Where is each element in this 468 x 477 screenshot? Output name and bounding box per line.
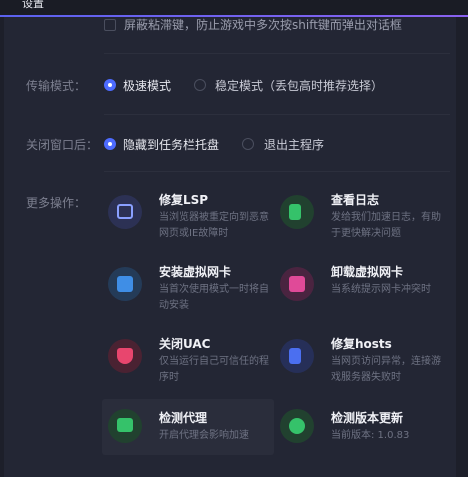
update-check-icon bbox=[280, 409, 314, 443]
op-desc: 仅当运行自己可信任的程序时 bbox=[159, 356, 269, 383]
op-desc: 当首次使用模式一时将自动安装 bbox=[159, 284, 269, 311]
uninstall-nic-icon bbox=[280, 267, 314, 301]
op-check-proxy[interactable]: 检测代理 开启代理会影响加速 bbox=[102, 399, 274, 455]
hosts-repair-icon bbox=[280, 339, 314, 373]
op-check-update[interactable]: 检测版本更新 当前版本: 1.0.83 bbox=[274, 399, 446, 455]
op-desc: 当前版本: 1.0.83 bbox=[331, 430, 410, 441]
op-desc: 发给我们加速日志，有助于更快解决问题 bbox=[331, 212, 441, 239]
op-title: 检测版本更新 bbox=[331, 411, 404, 425]
exit-program-label[interactable]: 退出主程序 bbox=[264, 136, 324, 153]
divider bbox=[104, 114, 450, 115]
log-icon bbox=[280, 195, 314, 229]
op-title: 修复hosts bbox=[331, 337, 392, 351]
radio-fast-mode[interactable] bbox=[104, 79, 116, 91]
op-install-nic[interactable]: 安装虚拟网卡 当首次使用模式一时将自动安装 bbox=[102, 263, 274, 319]
op-title: 修复LSP bbox=[159, 193, 209, 207]
op-title: 查看日志 bbox=[331, 193, 380, 207]
proxy-check-icon bbox=[108, 409, 142, 443]
op-title: 安装虚拟网卡 bbox=[159, 265, 232, 279]
radio-hide-to-tray[interactable] bbox=[104, 138, 116, 150]
browser-repair-icon bbox=[108, 195, 142, 229]
op-view-log[interactable]: 查看日志 发给我们加速日志，有助于更快解决问题 bbox=[274, 191, 446, 247]
more-ops-label: 更多操作： bbox=[26, 196, 87, 210]
divider bbox=[104, 171, 450, 172]
uac-shield-icon bbox=[108, 339, 142, 373]
title-bar: 设置 bbox=[0, 0, 468, 17]
op-uninstall-nic[interactable]: 卸载虚拟网卡 当系统提示网卡冲突时 bbox=[274, 263, 446, 319]
window-title: 设置 bbox=[22, 0, 44, 10]
op-desc: 当网页访问异常，连接游戏服务器失败时 bbox=[331, 356, 441, 383]
fast-mode-label[interactable]: 极速模式 bbox=[123, 77, 171, 94]
divider bbox=[104, 53, 450, 54]
shift-checkbox[interactable] bbox=[104, 19, 116, 31]
op-title: 关闭UAC bbox=[159, 337, 211, 351]
radio-exit-program[interactable] bbox=[242, 138, 254, 150]
close-window-label: 关闭窗口后： bbox=[26, 138, 99, 152]
settings-panel: 屏蔽粘滞键，防止游戏中多次按shift键而弹出对话框 传输模式： 极速模式 稳定… bbox=[4, 17, 456, 477]
op-disable-uac[interactable]: 关闭UAC 仅当运行自己可信任的程序时 bbox=[102, 335, 274, 391]
op-desc: 当系统提示网卡冲突时 bbox=[331, 284, 431, 295]
radio-stable-mode[interactable] bbox=[194, 79, 206, 91]
op-title: 检测代理 bbox=[159, 411, 208, 425]
transfer-mode-label: 传输模式： bbox=[26, 79, 87, 93]
stable-mode-label[interactable]: 稳定模式（丢包高时推荐选择） bbox=[215, 77, 383, 94]
op-desc: 当浏览器被重定向到恶意网页或IE故障时 bbox=[159, 212, 269, 239]
op-desc: 开启代理会影响加速 bbox=[159, 430, 249, 441]
op-repair-hosts[interactable]: 修复hosts 当网页访问异常，连接游戏服务器失败时 bbox=[274, 335, 446, 391]
shift-option-label: 屏蔽粘滞键，防止游戏中多次按shift键而弹出对话框 bbox=[124, 18, 402, 32]
op-title: 卸载虚拟网卡 bbox=[331, 265, 404, 279]
install-nic-icon bbox=[108, 267, 142, 301]
op-repair-lsp[interactable]: 修复LSP 当浏览器被重定向到恶意网页或IE故障时 bbox=[102, 191, 274, 247]
hide-to-tray-label[interactable]: 隐藏到任务栏托盘 bbox=[123, 136, 219, 153]
